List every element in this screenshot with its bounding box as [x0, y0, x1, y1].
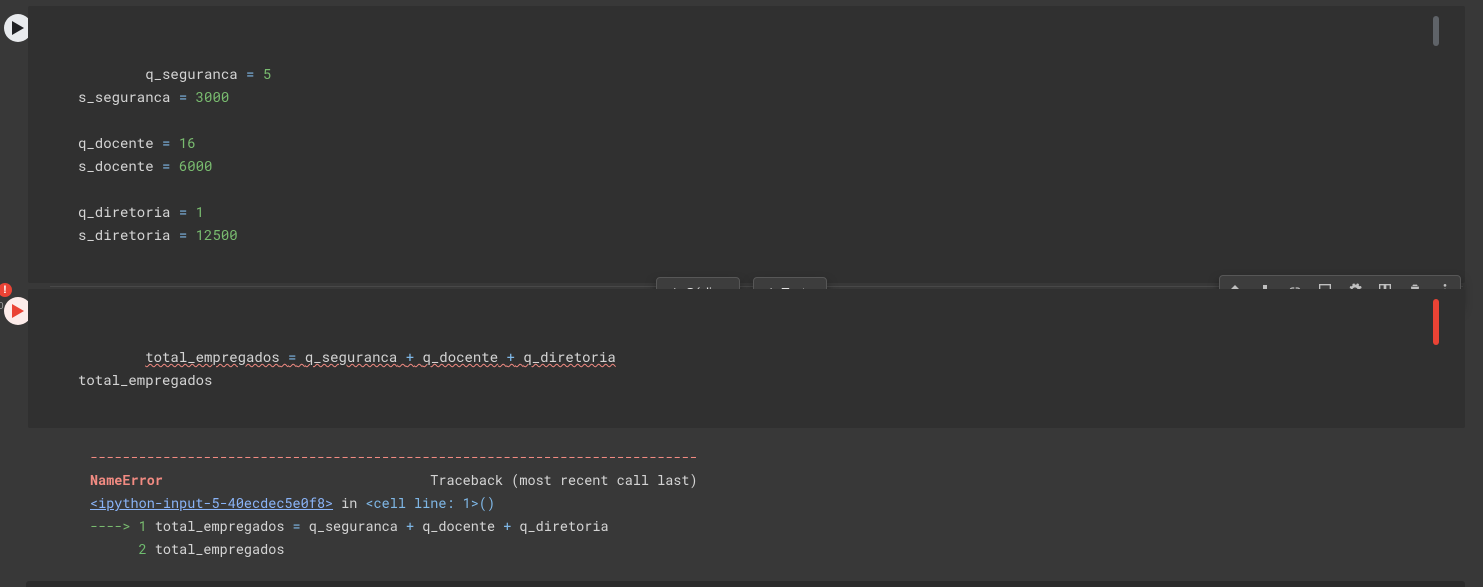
- next-cell-peek: [26, 581, 1465, 587]
- error-badge-icon: !: [0, 283, 12, 297]
- code-editor[interactable]: q_seguranca = 5 s_seguranca = 3000 q_doc…: [28, 6, 1465, 283]
- code-cell-1: q_seguranca = 5 s_seguranca = 3000 q_doc…: [0, 6, 1483, 283]
- minimap-error-marker[interactable]: [1433, 299, 1439, 345]
- code-cell-2: ! 0 s total_empregados = q_seguranca + q…: [0, 289, 1483, 587]
- cell-output: ----------------------------------------…: [78, 436, 1465, 587]
- code-content: q_seguranca = 5 s_seguranca = 3000 q_doc…: [78, 64, 271, 244]
- minimap-thumb[interactable]: [1433, 16, 1439, 46]
- notebook-page: q_seguranca = 5 s_seguranca = 3000 q_doc…: [0, 0, 1483, 587]
- code-editor[interactable]: total_empregados = q_seguranca + q_docen…: [28, 289, 1465, 428]
- code-content: total_empregados = q_seguranca + q_docen…: [78, 347, 616, 389]
